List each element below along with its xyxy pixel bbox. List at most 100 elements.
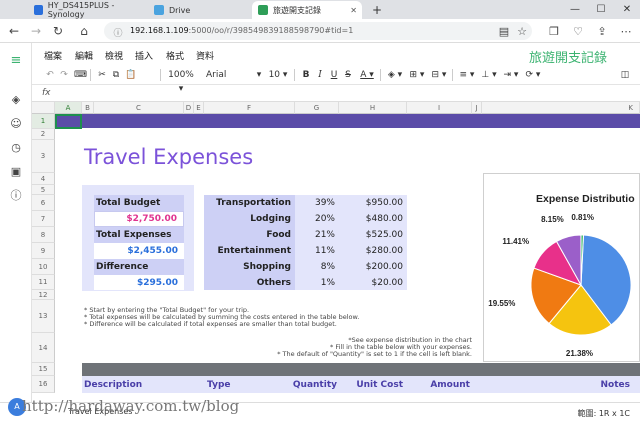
menu-format[interactable]: 格式: [166, 49, 184, 62]
font-size-select[interactable]: 10 ▾: [266, 68, 290, 82]
zoom-select[interactable]: 100% ▾: [166, 68, 196, 94]
column-header-f[interactable]: F: [204, 102, 295, 114]
column-header-i[interactable]: I: [407, 102, 472, 114]
share-icon[interactable]: ⇪: [594, 23, 610, 39]
row-header[interactable]: 10: [32, 259, 55, 275]
column-header-k[interactable]: K: [482, 102, 640, 114]
reload-icon[interactable]: ↻: [50, 23, 66, 39]
maximize-icon[interactable]: ☐: [588, 0, 614, 19]
copy-icon[interactable]: ⧉: [110, 68, 122, 82]
menu-data[interactable]: 資料: [196, 49, 214, 62]
row-header[interactable]: 7: [32, 211, 55, 227]
row-header[interactable]: 14: [32, 333, 55, 363]
back-icon[interactable]: ←: [6, 23, 22, 39]
favorite-star-icon[interactable]: ☆: [514, 23, 530, 39]
underline-icon[interactable]: U: [328, 68, 340, 82]
category-amount: $480.00: [339, 211, 407, 227]
more-menu-icon[interactable]: ⋯: [618, 23, 634, 39]
row-header[interactable]: 2: [32, 129, 55, 140]
row-header[interactable]: 8: [32, 227, 55, 243]
url-input[interactable]: 192.168.1.109:5000/oo/r/3985498391885987…: [104, 22, 532, 40]
column-header-e[interactable]: E: [194, 102, 204, 114]
italic-icon[interactable]: I: [314, 68, 326, 82]
expense-chart[interactable]: Expense Distributio 39.04%21.38%19.55%11…: [483, 173, 640, 362]
chevron-down-icon[interactable]: ▾: [254, 68, 264, 82]
column-header-j[interactable]: J: [472, 102, 482, 114]
close-tab-icon[interactable]: ✕: [350, 6, 357, 15]
history-icon[interactable]: ◷: [8, 139, 24, 155]
browser-tab-drive[interactable]: Drive: [148, 1, 248, 19]
column-header-g[interactable]: G: [295, 102, 339, 114]
row-header[interactable]: 1: [32, 114, 55, 129]
toolbar-divider: [294, 69, 295, 81]
valign-icon[interactable]: ⊥ ▾: [480, 68, 498, 82]
side-panel-icon[interactable]: ◫: [618, 68, 632, 82]
column-header-h[interactable]: H: [339, 102, 407, 114]
browser-tab-travel[interactable]: 旅遊開支記錄 ✕: [252, 1, 362, 19]
merge-cells-icon[interactable]: ⊟ ▾: [430, 68, 448, 82]
row-header[interactable]: 15: [32, 363, 55, 376]
strikethrough-icon[interactable]: S: [342, 68, 354, 82]
header-notes: Notes: [600, 379, 630, 390]
reading-mode-icon[interactable]: ▤: [496, 23, 512, 39]
wrap-icon[interactable]: ⇥ ▾: [502, 68, 520, 82]
select-all-corner[interactable]: [32, 102, 55, 114]
redo-icon[interactable]: ↷: [58, 68, 70, 82]
add-user-icon[interactable]: ☺: [8, 115, 24, 131]
browser-tab-synology[interactable]: HY_DS415PLUS - Synology: [28, 1, 146, 19]
info-icon[interactable]: ⓘ: [8, 187, 24, 203]
column-header-b[interactable]: B: [82, 102, 94, 114]
menu-insert[interactable]: 插入: [135, 49, 153, 62]
fill-color-icon[interactable]: ◈ ▾: [386, 68, 404, 82]
row-header[interactable]: 4: [32, 173, 55, 185]
column-header-c[interactable]: C: [94, 102, 184, 114]
paste-icon[interactable]: 📋: [124, 68, 138, 82]
cut-icon[interactable]: ✂: [96, 68, 108, 82]
favorites-icon[interactable]: ♡: [570, 23, 586, 39]
new-tab-button[interactable]: +: [366, 1, 386, 19]
fx-label: fx: [42, 88, 51, 98]
tag-icon[interactable]: ◈: [8, 91, 24, 107]
forward-icon[interactable]: →: [28, 23, 44, 39]
selected-cell-a1[interactable]: [55, 114, 82, 129]
align-icon[interactable]: ≡ ▾: [458, 68, 476, 82]
borders-icon[interactable]: ⊞ ▾: [408, 68, 426, 82]
lock-icon[interactable]: ▣: [8, 163, 24, 179]
paint-format-icon[interactable]: ⌨: [74, 68, 87, 82]
row-header[interactable]: 13: [32, 300, 55, 333]
toolbar-divider: [452, 69, 453, 81]
minimize-icon[interactable]: —: [562, 0, 588, 19]
row-header[interactable]: 5: [32, 185, 55, 195]
pie-chart-svg: Expense Distributio 39.04%21.38%19.55%11…: [488, 193, 634, 358]
column-header-a[interactable]: A: [55, 102, 82, 114]
row-header[interactable]: 9: [32, 243, 55, 259]
site-info-icon[interactable]: ⓘ: [110, 24, 126, 40]
row-header[interactable]: 3: [32, 140, 55, 173]
category-amount: $200.00: [339, 259, 407, 275]
row-header[interactable]: 16: [32, 376, 55, 393]
close-window-icon[interactable]: ✕: [614, 0, 640, 19]
bold-icon[interactable]: B: [300, 68, 312, 82]
collections-icon[interactable]: ❐: [546, 23, 562, 39]
undo-icon[interactable]: ↶: [44, 68, 56, 82]
menu-view[interactable]: 檢視: [105, 49, 123, 62]
toolbar-divider: [160, 69, 161, 81]
hamburger-menu-icon[interactable]: ≡: [8, 52, 24, 68]
category-name: Entertainment: [204, 243, 295, 259]
tab-title: 旅遊開支記錄: [273, 5, 321, 15]
selection-status: 範圍: 1R x 1C: [577, 409, 630, 418]
menu-edit[interactable]: 編輯: [75, 49, 93, 62]
menu-file[interactable]: 檔案: [44, 49, 62, 62]
formula-bar[interactable]: fx: [32, 86, 640, 102]
row-header[interactable]: 11: [32, 275, 55, 290]
row-header[interactable]: 12: [32, 290, 55, 300]
text-color-icon[interactable]: A ▾: [358, 68, 376, 82]
category-amount: $525.00: [339, 227, 407, 243]
column-header-d[interactable]: D: [184, 102, 194, 114]
home-icon[interactable]: ⌂: [76, 23, 92, 39]
pie-data-label: 21.38%: [566, 349, 593, 358]
document-title[interactable]: 旅遊開支記錄: [529, 47, 607, 66]
total-budget-value[interactable]: $2,750.00: [94, 211, 184, 227]
rotate-icon[interactable]: ⟳ ▾: [524, 68, 542, 82]
row-header[interactable]: 6: [32, 195, 55, 211]
